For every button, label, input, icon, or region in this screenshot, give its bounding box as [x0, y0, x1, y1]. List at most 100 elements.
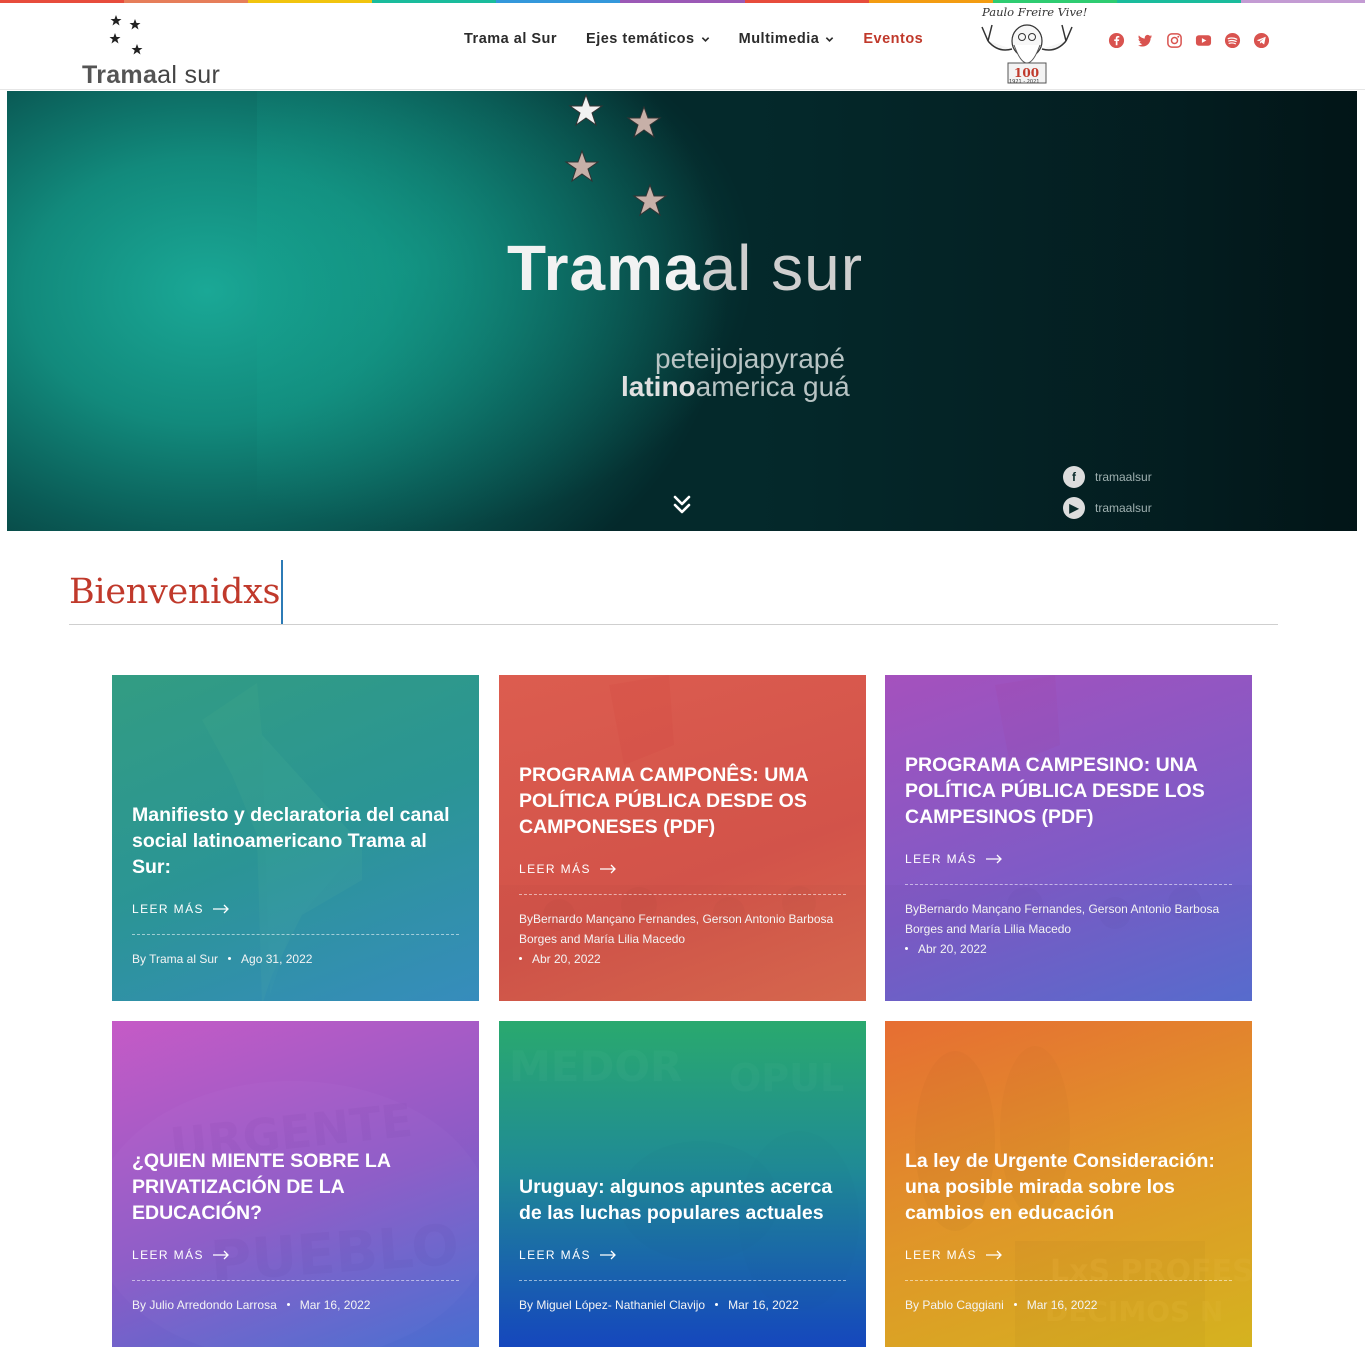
facebook-icon[interactable]	[1108, 32, 1125, 49]
logo-stars-icon	[109, 15, 143, 55]
post-author[interactable]: By Pablo Caggiani	[905, 1298, 1004, 1312]
freire-number: 100	[1014, 66, 1039, 80]
hero-youtube-text: tramaalsur	[1095, 501, 1152, 515]
hero-title-light: al sur	[700, 232, 864, 304]
post-title[interactable]: PROGRAMA CAMPONÊS: UMA POLÍTICA PÚBLICA …	[519, 762, 846, 840]
youtube-icon[interactable]	[1195, 32, 1212, 49]
hero-banner: Tramaal sur peteijojapyrapé latinoameric…	[7, 91, 1357, 531]
hero-stars-icon	[564, 93, 668, 217]
post-card[interactable]: PROGRAMA CAMPONÊS: UMA POLÍTICA PÚBLICA …	[499, 675, 866, 1001]
arrow-right-icon	[212, 1250, 229, 1260]
post-author[interactable]: ByBernardo Mançano Fernandes, Gerson Ant…	[519, 912, 833, 946]
read-more-label: LEER MÁS	[519, 1248, 591, 1262]
hero-youtube-icon: ▶	[1063, 497, 1085, 519]
post-content: La ley de Urgente Consideración: una pos…	[905, 1148, 1232, 1315]
post-content: Uruguay: algunos apuntes acerca de las l…	[519, 1174, 846, 1315]
post-author[interactable]: By Miguel López- Nathaniel Clavijo	[519, 1298, 705, 1312]
twitter-icon[interactable]	[1137, 32, 1154, 49]
post-meta: By Julio Arredondo Larrosa Mar 16, 2022	[132, 1295, 459, 1315]
post-meta: By Miguel López- Nathaniel Clavijo Mar 16…	[519, 1295, 846, 1315]
hero-shade	[757, 91, 1357, 531]
post-content: PROGRAMA CAMPESINO: UNA POLÍTICA PÚBLICA…	[905, 752, 1232, 959]
post-date: Abr 20, 2022	[532, 952, 601, 966]
post-author[interactable]: ByBernardo Mançano Fernandes, Gerson Ant…	[905, 902, 1219, 936]
read-more-link[interactable]: LEER MÁS	[519, 862, 846, 876]
meta-dot	[286, 1302, 290, 1306]
arrow-right-icon	[599, 1250, 616, 1260]
chevron-down-icon	[826, 36, 834, 42]
site-header: Tramaal sur Trama al Sur Ejes temáticos …	[0, 3, 1365, 90]
nav-item-label: Ejes temáticos	[586, 31, 695, 47]
post-title[interactable]: Uruguay: algunos apuntes acerca de las l…	[519, 1174, 846, 1226]
post-date: Mar 16, 2022	[1026, 1298, 1098, 1312]
post-author[interactable]: By Trama al Sur	[132, 952, 218, 966]
nav-item-eventos[interactable]: Eventos	[863, 31, 923, 47]
read-more-label: LEER MÁS	[132, 902, 204, 916]
post-card[interactable]: Manifiesto y declaratoria del canal soci…	[112, 675, 479, 1001]
telegram-icon[interactable]	[1253, 32, 1270, 49]
social-links	[1108, 32, 1282, 49]
post-meta: ByBernardo Mançano Fernandes, Gerson Ant…	[905, 899, 1232, 959]
meta-dot	[1013, 1302, 1017, 1306]
post-content: ¿QUIEN MIENTE SOBRE LA PRIVATIZACIÓN DE …	[132, 1148, 459, 1315]
welcome-section: Bienvenidxs	[69, 560, 1278, 625]
meta-dot	[715, 1302, 719, 1306]
read-more-link[interactable]: LEER MÁS	[132, 902, 459, 916]
nav-item-label: Multimedia	[738, 31, 820, 47]
post-title[interactable]: Manifiesto y declaratoria del canal soci…	[132, 802, 459, 880]
meta-dot	[228, 956, 232, 960]
welcome-heading: Bienvenidxs	[69, 572, 281, 612]
post-meta: ByBernardo Mançano Fernandes, Gerson Ant…	[519, 909, 846, 969]
post-card[interactable]: LxS PROFES DECIMOS N La ley de Urgente C…	[885, 1021, 1252, 1347]
hero-subtitle-light: america guá	[695, 371, 850, 402]
post-card[interactable]: URGENTE PUEBLO ¿QUIEN MIENTE SOBRE LA PR…	[112, 1021, 479, 1347]
arrow-right-icon	[212, 904, 229, 914]
post-date: Mar 16, 2022	[728, 1298, 799, 1312]
post-title[interactable]: PROGRAMA CAMPESINO: UNA POLÍTICA PÚBLICA…	[905, 752, 1232, 830]
site-logo[interactable]: Tramaal sur	[80, 11, 250, 89]
post-divider	[519, 1280, 846, 1281]
read-more-link[interactable]: LEER MÁS	[132, 1248, 459, 1262]
post-divider	[519, 894, 846, 895]
read-more-label: LEER MÁS	[905, 1248, 977, 1262]
arrow-right-icon	[985, 854, 1002, 864]
nav-item-label: Eventos	[863, 31, 924, 47]
post-meta: By Pablo Caggiani Mar 16, 2022	[905, 1295, 1232, 1315]
paulo-freire-banner[interactable]: Paulo Freire Vive! 100 1921 - 2021	[976, 5, 1087, 85]
text-caret	[281, 560, 283, 624]
nav-item-label: Trama al Sur	[464, 31, 558, 47]
freire-years: 1921 - 2021	[1009, 79, 1039, 85]
nav-item-trama-al-sur[interactable]: Trama al Sur	[464, 31, 557, 47]
post-card[interactable]: MEDOR OPUL Uruguay: algunos apuntes acer…	[499, 1021, 866, 1347]
post-divider	[905, 884, 1232, 885]
post-date: Ago 31, 2022	[241, 952, 313, 966]
post-content: Manifiesto y declaratoria del canal soci…	[132, 802, 459, 969]
hero-subtitle-line2: latinoamerica guá	[621, 371, 850, 403]
spotify-icon[interactable]	[1224, 32, 1241, 49]
post-title[interactable]: La ley de Urgente Consideración: una pos…	[905, 1148, 1232, 1226]
post-divider	[132, 1280, 459, 1281]
arrow-right-icon	[599, 864, 616, 874]
post-card[interactable]: PROGRAMA CAMPESINO: UNA POLÍTICA PÚBLICA…	[885, 675, 1252, 1001]
double-chevron-down-icon[interactable]	[672, 494, 692, 516]
meta-dot	[905, 946, 908, 950]
post-author[interactable]: By Julio Arredondo Larrosa	[132, 1298, 277, 1312]
arrow-right-icon	[985, 1250, 1002, 1260]
read-more-label: LEER MÁS	[519, 862, 591, 876]
nav-item-ejes-tematicos[interactable]: Ejes temáticos	[586, 31, 710, 47]
read-more-label: LEER MÁS	[132, 1248, 204, 1262]
hero-facebook-icon: f	[1063, 466, 1085, 488]
post-title[interactable]: ¿QUIEN MIENTE SOBRE LA PRIVATIZACIÓN DE …	[132, 1148, 459, 1226]
hero-title-bold: Trama	[507, 232, 701, 304]
read-more-link[interactable]: LEER MÁS	[905, 1248, 1232, 1262]
hero-title: Tramaal sur	[507, 231, 863, 305]
hero-subtitle-bold: latino	[621, 371, 696, 402]
chevron-down-icon	[701, 36, 709, 42]
read-more-link[interactable]: LEER MÁS	[905, 852, 1232, 866]
logo-text-bold: Trama	[82, 61, 158, 89]
read-more-link[interactable]: LEER MÁS	[519, 1248, 846, 1262]
read-more-label: LEER MÁS	[905, 852, 977, 866]
nav-item-multimedia[interactable]: Multimedia	[739, 31, 835, 47]
instagram-icon[interactable]	[1166, 32, 1183, 49]
hero-youtube-handle: ▶ tramaalsur	[1063, 497, 1152, 519]
